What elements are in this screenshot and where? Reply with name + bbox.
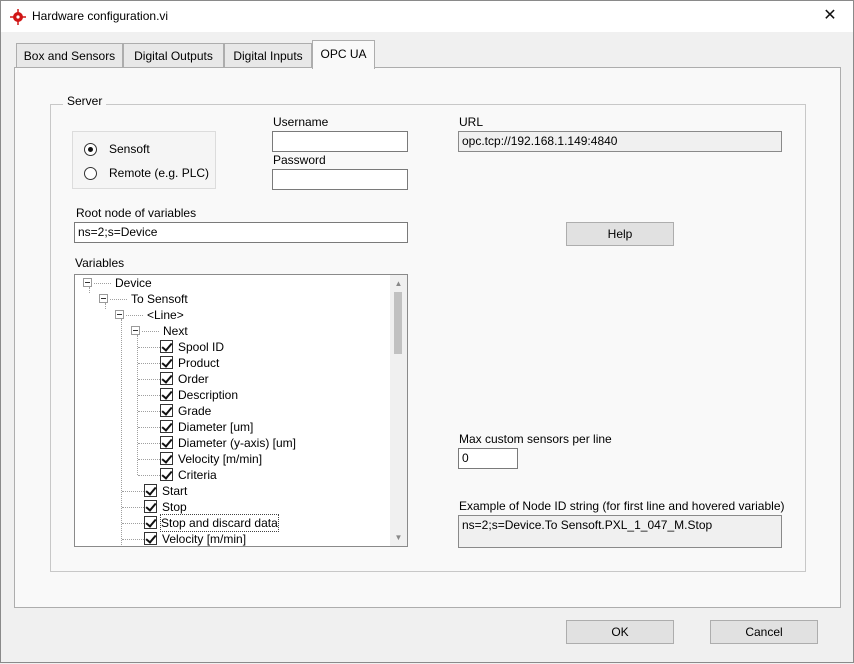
tree-line bbox=[138, 475, 160, 476]
tree-line bbox=[138, 379, 160, 380]
tree-item-label: Stop bbox=[162, 500, 187, 514]
tree-item-label: Grade bbox=[178, 404, 212, 418]
max-sensors-field[interactable]: 0 bbox=[458, 448, 518, 469]
tree-item-label: Criteria bbox=[178, 468, 217, 482]
collapse-icon[interactable] bbox=[131, 326, 140, 335]
variables-tree[interactable]: Device To Sensoft <Line> Next Spool ID P… bbox=[74, 274, 408, 547]
password-label: Password bbox=[273, 153, 326, 167]
radio-remote-label: Remote (e.g. PLC) bbox=[109, 166, 210, 180]
scroll-up-arrow-icon[interactable]: ▲ bbox=[390, 275, 407, 292]
tree-line bbox=[89, 287, 90, 293]
username-field[interactable] bbox=[272, 131, 408, 152]
password-field[interactable] bbox=[272, 169, 408, 190]
tree-line bbox=[138, 395, 160, 396]
checkbox[interactable] bbox=[160, 356, 173, 369]
tree-item-label: Velocity [m/min] bbox=[162, 532, 247, 546]
variables-label: Variables bbox=[75, 256, 125, 270]
collapse-icon[interactable] bbox=[99, 294, 108, 303]
checkbox[interactable] bbox=[160, 404, 173, 417]
tree-line bbox=[94, 283, 111, 284]
root-node-label: Root node of variables bbox=[76, 206, 197, 220]
tree-item-label: Spool ID bbox=[178, 340, 225, 354]
tree-line bbox=[138, 411, 160, 412]
tree-item-label: Diameter (y-axis) [um] bbox=[178, 436, 297, 450]
checkbox[interactable] bbox=[160, 420, 173, 433]
tree-line bbox=[121, 319, 122, 546]
tree-line bbox=[126, 315, 143, 316]
checkbox[interactable] bbox=[160, 468, 173, 481]
server-radio-group: Sensoft Remote (e.g. PLC) bbox=[72, 131, 216, 189]
tree-item-label: Velocity [m/min] bbox=[178, 452, 263, 466]
checkbox[interactable] bbox=[144, 532, 157, 545]
help-button[interactable]: Help bbox=[566, 222, 674, 246]
checkbox[interactable] bbox=[160, 372, 173, 385]
radio-remote[interactable]: Remote (e.g. PLC) bbox=[84, 164, 209, 182]
radio-sensoft-label: Sensoft bbox=[109, 142, 150, 156]
checkbox[interactable] bbox=[144, 500, 157, 513]
radio-sensoft-button[interactable] bbox=[84, 142, 97, 156]
checkbox[interactable] bbox=[160, 436, 173, 449]
server-content: Sensoft Remote (e.g. PLC) Username Passw… bbox=[1, 1, 854, 664]
example-node-id-value: ns=2;s=Device.To Sensoft.PXL_1_047_M.Sto… bbox=[458, 515, 782, 548]
tree-item-label: Order bbox=[178, 372, 209, 386]
tree-line bbox=[138, 347, 160, 348]
max-sensors-label: Max custom sensors per line bbox=[459, 432, 612, 446]
tree-line bbox=[138, 363, 160, 364]
tree-line bbox=[138, 427, 160, 428]
scroll-thumb[interactable] bbox=[394, 292, 402, 354]
checkbox[interactable] bbox=[160, 452, 173, 465]
collapse-icon[interactable] bbox=[115, 310, 124, 319]
tree-line bbox=[122, 491, 144, 492]
url-value: opc.tcp://192.168.1.149:4840 bbox=[458, 131, 782, 152]
radio-sensoft[interactable]: Sensoft bbox=[84, 140, 150, 158]
tree-line bbox=[138, 459, 160, 460]
tree-item-label: To Sensoft bbox=[131, 292, 188, 306]
checkbox[interactable] bbox=[160, 388, 173, 401]
username-label: Username bbox=[273, 115, 329, 129]
tree-line bbox=[122, 539, 144, 540]
tree-line bbox=[137, 335, 138, 475]
collapse-icon[interactable] bbox=[83, 278, 92, 287]
checkbox[interactable] bbox=[144, 484, 157, 497]
tree-item-label: Next bbox=[163, 324, 188, 338]
tree-line bbox=[110, 299, 127, 300]
tree-item-label: Stop and discard data bbox=[160, 514, 279, 532]
dialog-window: Hardware configuration.vi ✕ Box and Sens… bbox=[0, 0, 854, 663]
example-node-id-label: Example of Node ID string (for first lin… bbox=[459, 499, 785, 513]
tree-item-label: Diameter [um] bbox=[178, 420, 254, 434]
checkbox[interactable] bbox=[160, 340, 173, 353]
tree-line bbox=[122, 523, 144, 524]
tree-line bbox=[138, 443, 160, 444]
tree-scrollbar[interactable]: ▲ ▼ bbox=[390, 275, 407, 546]
tree-item-label: Device bbox=[115, 276, 152, 290]
checkbox[interactable] bbox=[144, 516, 157, 529]
tree-line bbox=[142, 331, 159, 332]
tree-item-label: Start bbox=[162, 484, 188, 498]
radio-remote-button[interactable] bbox=[84, 166, 97, 180]
url-label: URL bbox=[459, 115, 484, 129]
tree-item-label: Product bbox=[178, 356, 220, 370]
tree-item-label: <Line> bbox=[147, 308, 184, 322]
scroll-down-arrow-icon[interactable]: ▼ bbox=[390, 529, 407, 546]
tree-line bbox=[122, 507, 144, 508]
tree-item-label: Description bbox=[178, 388, 239, 402]
tree-line bbox=[105, 303, 106, 309]
root-node-field[interactable]: ns=2;s=Device bbox=[74, 222, 408, 243]
